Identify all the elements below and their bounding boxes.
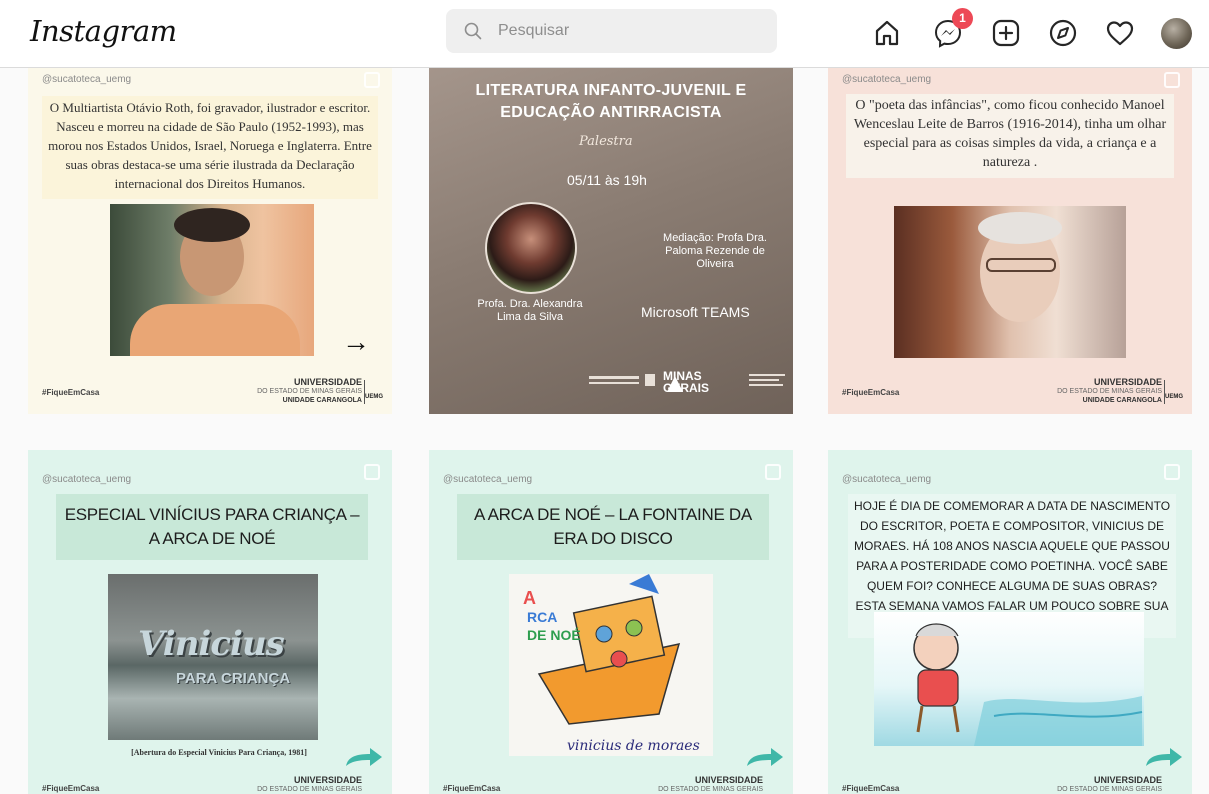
post-handle: @sucatoteca_uemg [842,74,932,85]
speaker-photo [485,202,577,294]
svg-text:RCA: RCA [527,609,557,625]
post-image [874,612,1144,746]
event-mediation: Mediação: Profa Dra. Paloma Rezende de O… [663,232,767,270]
notification-badge: 1 [952,8,973,29]
post-tile-5[interactable]: @sucatoteca_uemg A ARCA DE NOÉ – LA FONT… [429,450,793,794]
image-caption: vinicius de moraes [567,738,700,754]
post-tile-3[interactable]: @sucatoteca_uemg O "poeta das infâncias"… [828,68,1192,414]
carousel-icon [1164,72,1180,88]
carousel-icon [1164,464,1180,480]
hashtag: #FiqueEmCasa [842,784,900,793]
post-tile-1[interactable]: @sucatoteca_uemg O Multiartista Otávio R… [28,68,392,414]
uemg-logo: UEMG [1164,380,1183,404]
top-nav-bar: Instagram Pesquisar 1 [0,0,1209,68]
post-image: A RCA DE NOÉ [509,574,713,756]
university-logo: UNIVERSIDADE DO ESTADO DE MINAS GERAIS U… [1057,377,1162,405]
event-date: 05/11 às 19h [567,172,647,188]
post-handle: @sucatoteca_uemg [443,474,533,485]
post-text: O Multiartista Otávio Roth, foi gravador… [42,96,378,199]
carousel-icon [364,72,380,88]
svg-text:DE NOÉ: DE NOÉ [527,627,581,643]
hashtag: #FiqueEmCasa [443,784,501,793]
arrow-right-icon [1146,748,1182,766]
uemg-logo: UEMG [364,380,383,404]
hashtag: #FiqueEmCasa [42,784,100,793]
post-photo [110,204,314,356]
minas-gerais-logo: MINAS GERAIS [663,369,710,395]
event-subtitle: Palestra [579,134,633,149]
post-handle: @sucatoteca_uemg [42,74,132,85]
search-input[interactable]: Pesquisar [446,9,777,53]
post-image: Vinicius PARA CRIANÇA [108,574,318,740]
university-logo: UNIVERSIDADE DO ESTADO DE MINAS GERAIS [1057,775,1162,794]
post-text: O "poeta das infâncias", como ficou conh… [846,94,1174,178]
heart-icon[interactable] [1105,18,1135,48]
instagram-logo[interactable]: Instagram [30,14,177,48]
post-title: ESPECIAL VINÍCIUS PARA CRIANÇA – A ARCA … [56,494,368,560]
carousel-icon [364,464,380,480]
hashtag: #FiqueEmCasa [842,388,900,397]
post-tile-6[interactable]: @sucatoteca_uemg HOJE É DIA DE COMEMORAR… [828,450,1192,794]
new-post-icon[interactable] [991,18,1021,48]
carousel-icon [765,464,781,480]
event-speaker: Profa. Dra. Alexandra Lima da Silva [477,298,583,323]
event-title: LITERATURA INFANTO-JUVENIL E EDUCAÇÃO AN… [475,82,747,121]
university-logo: UNIVERSIDADE DO ESTADO DE MINAS GERAIS U… [257,377,362,405]
university-logo: UNIVERSIDADE DO ESTADO DE MINAS GERAIS [257,775,362,794]
image-subtitle: PARA CRIANÇA [176,670,291,687]
image-title: Vinicius [138,624,285,664]
arrow-right-icon [346,748,382,766]
arrow-right-icon: → [342,326,370,357]
post-handle: @sucatoteca_uemg [842,474,932,485]
post-photo [894,206,1126,358]
explore-icon[interactable] [1048,18,1078,48]
post-tile-4[interactable]: @sucatoteca_uemg ESPECIAL VINÍCIUS PARA … [28,450,392,794]
post-tile-2[interactable]: LITERATURA INFANTO-JUVENIL E EDUCAÇÃO AN… [429,68,793,414]
image-caption: [Abertura do Especial Vinicius Para Cria… [131,748,307,757]
university-logo: UNIVERSIDADE DO ESTADO DE MINAS GERAIS [658,775,763,794]
post-title: A ARCA DE NOÉ – LA FONTAINE DA ERA DO DI… [457,494,769,560]
svg-text:A: A [523,588,536,608]
home-icon[interactable] [873,18,901,48]
post-handle: @sucatoteca_uemg [42,474,132,485]
search-icon [464,22,482,40]
event-platform: Microsoft TEAMS [641,304,750,320]
hashtag: #FiqueEmCasa [42,388,100,397]
arrow-right-icon [747,748,783,766]
avatar[interactable] [1161,18,1192,49]
search-placeholder: Pesquisar [498,22,570,39]
